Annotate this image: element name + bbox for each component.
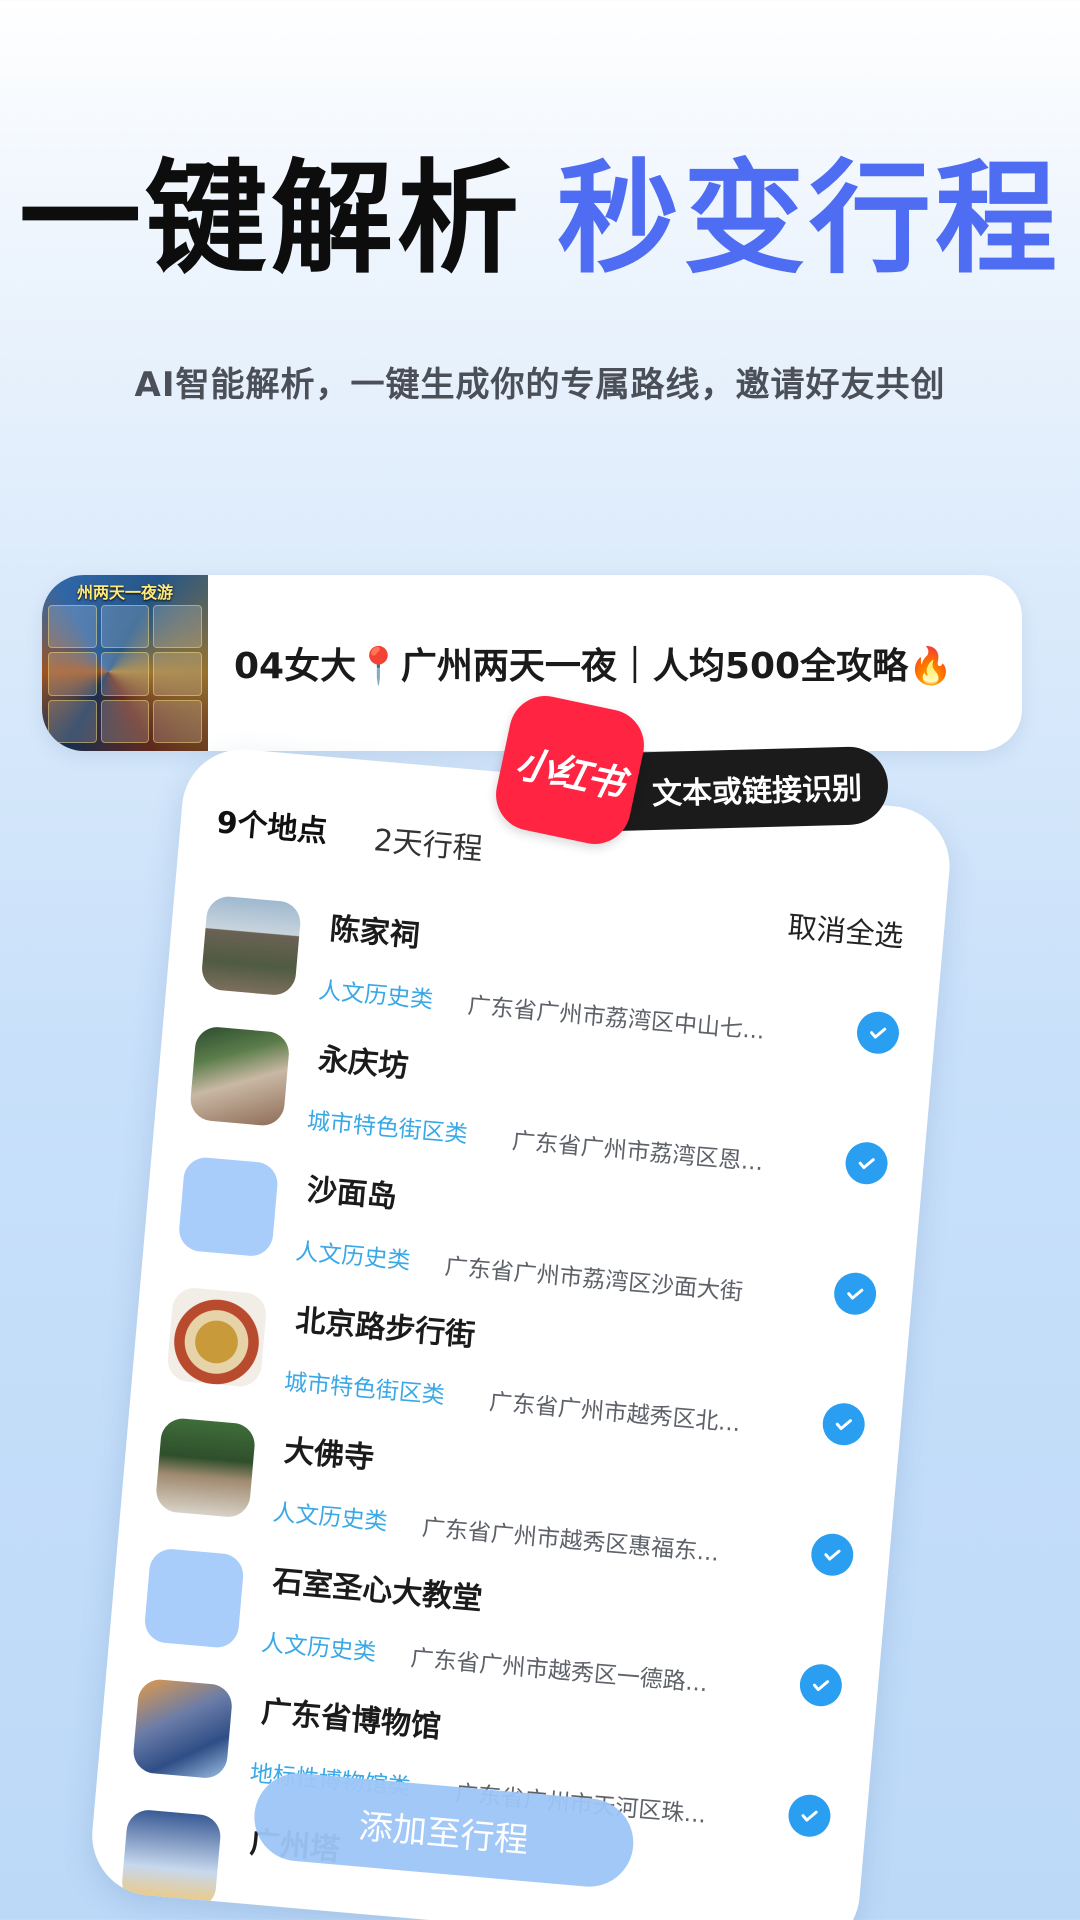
place-thumbnail (131, 1677, 234, 1780)
checkmark-icon[interactable] (786, 1792, 833, 1839)
place-thumbnail (200, 894, 303, 997)
place-thumbnail (188, 1025, 291, 1128)
places-list: 陈家祠 人文历史类 广东省广州市荔湾区中山七... 永庆坊 城市特色街区类 广东省广州市荔… (118, 887, 913, 1920)
place-address: 广东省广州市荔湾区恩... (510, 1128, 765, 1177)
place-thumbnail (165, 1286, 268, 1389)
place-category: 城市特色街区类 (283, 1369, 446, 1410)
place-thumbnail (154, 1416, 257, 1519)
place-name: 广东省博物馆 (259, 1694, 443, 1746)
place-name: 沙面岛 (305, 1172, 399, 1216)
checkmark-icon[interactable] (798, 1662, 844, 1708)
checkmark-icon[interactable] (820, 1401, 867, 1447)
recognition-badge-text: 文本或链接识别 (651, 771, 863, 813)
note-thumbnail-collage (48, 605, 202, 743)
hero-subtitle: AI智能解析，一键生成你的专属路线，邀请好友共创 (134, 365, 946, 405)
tab-places[interactable]: 9个地点 (215, 797, 329, 850)
places-list-card: 9个地点 2天行程 取消全选 陈家祠 人文历史类 广东省广州市荔湾区中山七... 永庆… (87, 744, 955, 1920)
place-name: 陈家祠 (328, 911, 422, 955)
place-address: 广东省广州市越秀区北... (488, 1389, 742, 1438)
place-category: 人文历史类 (294, 1238, 412, 1275)
place-address: 广东省广州市荔湾区沙面大街 (443, 1253, 744, 1306)
place-name: 石室圣心大教堂 (271, 1564, 484, 1618)
place-thumbnail (120, 1808, 223, 1911)
place-address: 广东省广州市荔湾区中山七... (466, 992, 766, 1045)
checkmark-icon[interactable] (855, 1009, 901, 1056)
place-address: 广东省广州市越秀区惠福东... (420, 1514, 721, 1567)
tab-days[interactable]: 2天行程 (372, 815, 485, 868)
place-category: 人文历史类 (260, 1630, 378, 1667)
note-title: 04女大📍广州两天一夜｜人均500全攻略🔥 (234, 646, 953, 687)
place-thumbnail-placeholder (177, 1155, 280, 1258)
place-address: 广东省广州市越秀区一德路... (409, 1645, 709, 1698)
place-thumbnail-placeholder (143, 1547, 245, 1650)
note-thumbnail-caption: 州两天一夜游 (76, 583, 173, 602)
hero-title: 一键解析 秒变行程 (0, 158, 1080, 280)
note-thumbnail: 州两天一夜游 (42, 575, 208, 751)
xiaohongshu-logo-text: 小红书 (511, 740, 627, 807)
place-name: 永庆坊 (316, 1042, 410, 1085)
place-category: 城市特色街区类 (305, 1108, 469, 1149)
checkmark-icon[interactable] (843, 1140, 890, 1186)
place-category: 人文历史类 (271, 1499, 389, 1536)
place-name: 大佛寺 (282, 1433, 376, 1477)
place-name: 北京路步行街 (294, 1303, 477, 1354)
checkmark-icon[interactable] (832, 1270, 878, 1317)
hero-title-blue: 秒变行程 (557, 148, 1061, 290)
hero-title-black: 一键解析 (19, 148, 523, 290)
place-category: 人文历史类 (317, 977, 435, 1014)
checkmark-icon[interactable] (809, 1531, 856, 1578)
